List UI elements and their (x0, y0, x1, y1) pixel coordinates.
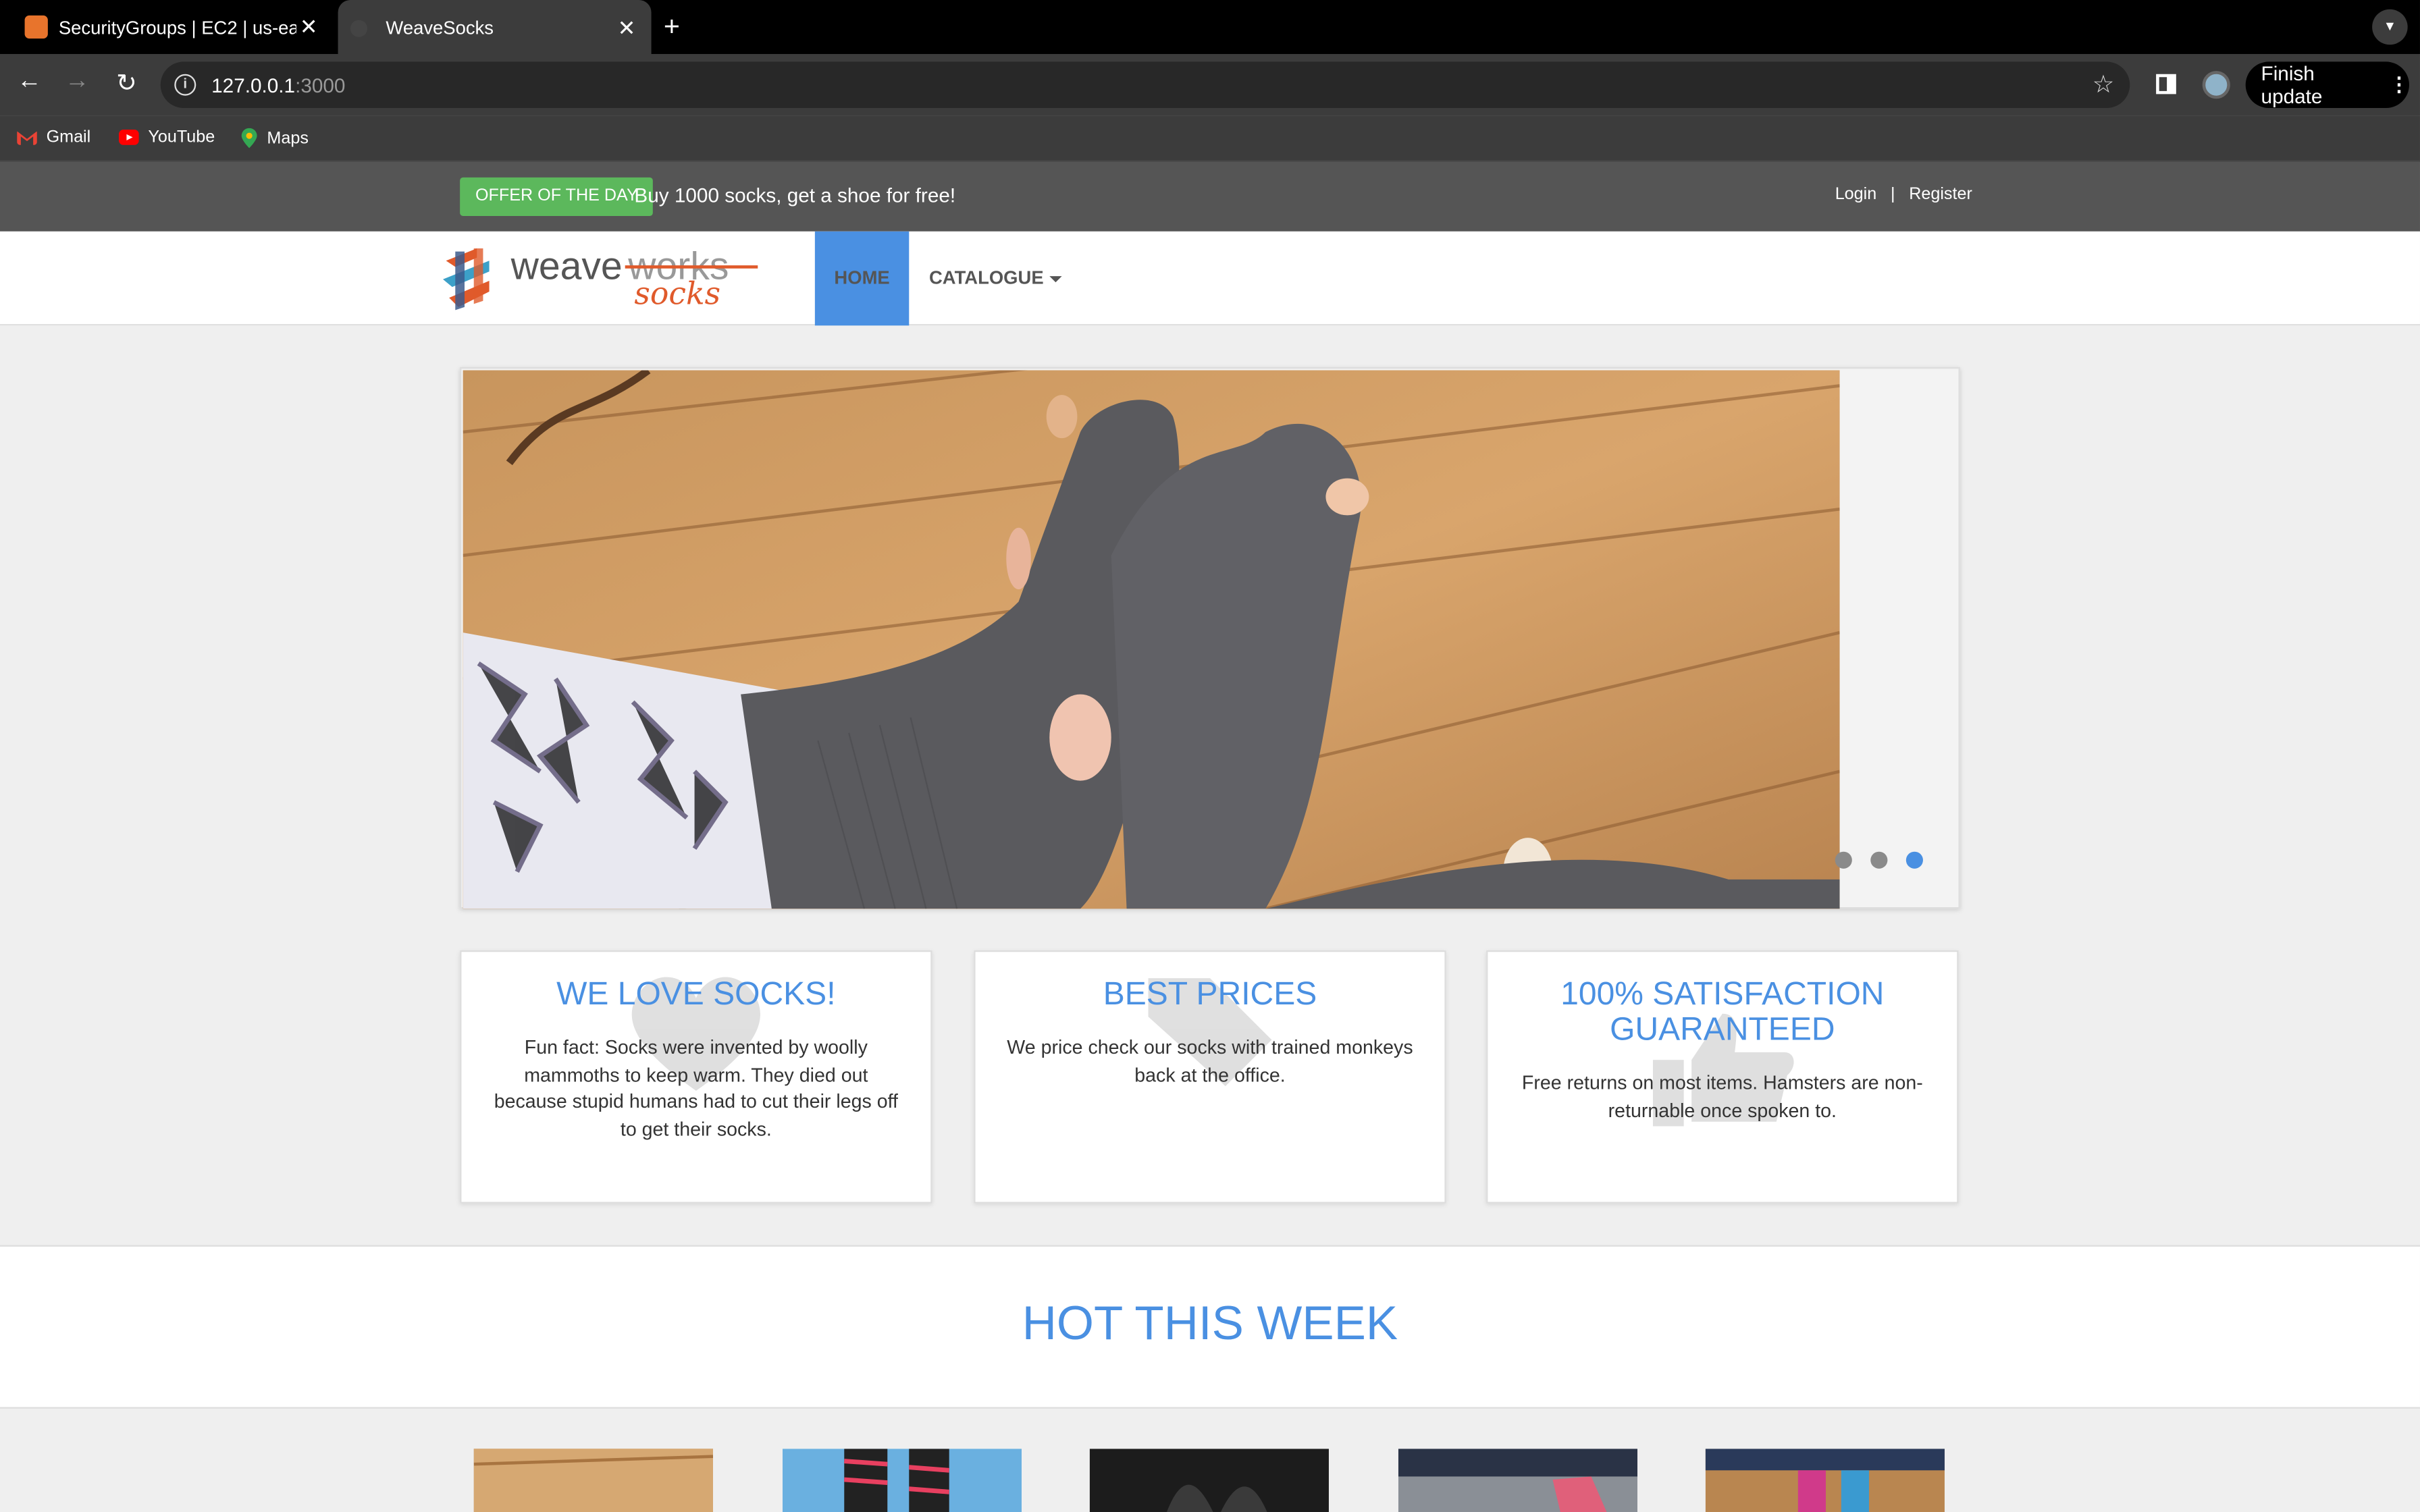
nav-catalogue[interactable]: CATALOGUE (928, 267, 1063, 289)
product-thumbnail[interactable] (782, 1449, 1022, 1512)
bookmark-label: YouTube (148, 128, 215, 147)
finish-update-label: Finish update (2261, 61, 2323, 108)
feature-text: Fun fact: Socks were invented by woolly … (494, 1036, 898, 1139)
close-icon[interactable]: ✕ (296, 14, 321, 40)
feature-box-love-socks: WE LOVE SOCKS! Fun fact: Socks were inve… (460, 950, 932, 1204)
product-thumbnail[interactable] (1705, 1449, 1945, 1512)
tab-title: WeaveSocks (386, 17, 494, 39)
feature-title: 100% SATISFACTION GUARANTEED (1560, 976, 1885, 1048)
bookmarks-bar: Gmail YouTube Maps (0, 115, 2420, 162)
product-image (1398, 1449, 1638, 1512)
url-port: :3000 (295, 73, 346, 97)
feature-text: We price check our socks with trained mo… (1007, 1036, 1413, 1085)
reload-icon[interactable]: ↻ (109, 68, 143, 99)
bookmark-youtube[interactable]: YouTube (118, 128, 215, 147)
offer-bar: OFFER OF THE DAY Buy 1000 socks, get a s… (0, 161, 2420, 232)
feature-box-best-prices: BEST PRICES We price check our socks wit… (974, 950, 1446, 1204)
separator: | (1890, 185, 1895, 204)
carousel-dot-2[interactable] (1870, 851, 1888, 869)
hot-this-week-section: HOT THIS WEEK (0, 1245, 2420, 1409)
browser-tab-strip: SecurityGroups | EC2 | us-east-1 ✕ Weave… (0, 0, 2420, 56)
side-panel-icon[interactable] (2156, 74, 2176, 94)
gmail-icon (17, 131, 37, 145)
feature-text: Free returns on most items. Hamsters are… (1521, 1072, 1923, 1121)
forward-icon[interactable]: → (60, 68, 94, 96)
svg-text:socks: socks (634, 275, 720, 311)
tab-title: SecurityGroups | EC2 | us-east-1 (58, 16, 296, 38)
auth-links: Login | Register (1835, 185, 1972, 203)
more-icon: ⋮ (2389, 72, 2409, 96)
svg-text:weave: weave (510, 245, 623, 288)
tab-weavesocks[interactable]: WeaveSocks ✕ (338, 0, 652, 56)
new-tab-button[interactable]: + (664, 12, 680, 40)
bookmark-gmail[interactable]: Gmail (17, 128, 90, 146)
tab-securitygroups[interactable]: SecurityGroups | EC2 | us-east-1 ✕ (12, 0, 333, 54)
nav-home[interactable]: HOME (814, 231, 910, 326)
carousel-slide-image (463, 370, 1840, 909)
hero-carousel[interactable] (460, 367, 1960, 909)
main-navbar (0, 231, 2420, 326)
address-bar[interactable]: i 127.0.0.1:3000 ☆ (160, 61, 2130, 108)
back-icon[interactable]: ← (12, 68, 46, 96)
maps-icon (241, 128, 257, 148)
youtube-icon (118, 129, 139, 145)
url-host: 127.0.0.1 (211, 73, 296, 97)
catalogue-label: CATALOGUE (928, 267, 1044, 289)
weave-icon (350, 19, 367, 36)
tab-search-button[interactable]: ▾ (2372, 9, 2408, 45)
offer-text: Buy 1000 socks, get a shoe for free! (634, 183, 956, 207)
product-thumbnail[interactable] (473, 1449, 713, 1512)
bookmark-star-icon[interactable]: ☆ (2093, 70, 2115, 101)
section-title: HOT THIS WEEK (1022, 1295, 1398, 1350)
bookmark-label: Gmail (46, 128, 91, 147)
browser-toolbar: ← → ↻ i 127.0.0.1:3000 ☆ Finish update ⋮ (0, 53, 2420, 116)
register-link[interactable]: Register (1909, 185, 1972, 203)
offer-badge[interactable]: OFFER OF THE DAY (460, 177, 654, 216)
product-thumbnail[interactable] (1398, 1449, 1638, 1512)
feature-title: WE LOVE SOCKS! (556, 976, 836, 1013)
product-image (473, 1449, 713, 1512)
feature-box-satisfaction: 100% SATISFACTION GUARANTEED Free return… (1486, 950, 1959, 1204)
login-link[interactable]: Login (1835, 185, 1877, 203)
caret-down-icon (1049, 275, 1063, 282)
carousel-dot-1[interactable] (1835, 851, 1852, 869)
carousel-dot-3[interactable] (1905, 851, 1923, 869)
product-image (1705, 1449, 1945, 1512)
close-icon[interactable]: ✕ (614, 15, 639, 41)
site-info-icon[interactable]: i (174, 74, 196, 96)
finish-update-button[interactable]: Finish update ⋮ (2245, 61, 2409, 108)
product-image (782, 1449, 1022, 1512)
feature-title: BEST PRICES (1103, 976, 1317, 1013)
bookmark-maps[interactable]: Maps (241, 128, 309, 148)
weaveworks-socks-logo[interactable]: weave works socks (440, 242, 764, 313)
aws-icon (24, 15, 48, 39)
avatar[interactable] (2202, 71, 2230, 99)
product-image (1089, 1449, 1329, 1512)
bookmark-label: Maps (267, 128, 309, 148)
product-thumbnail[interactable] (1089, 1449, 1329, 1512)
